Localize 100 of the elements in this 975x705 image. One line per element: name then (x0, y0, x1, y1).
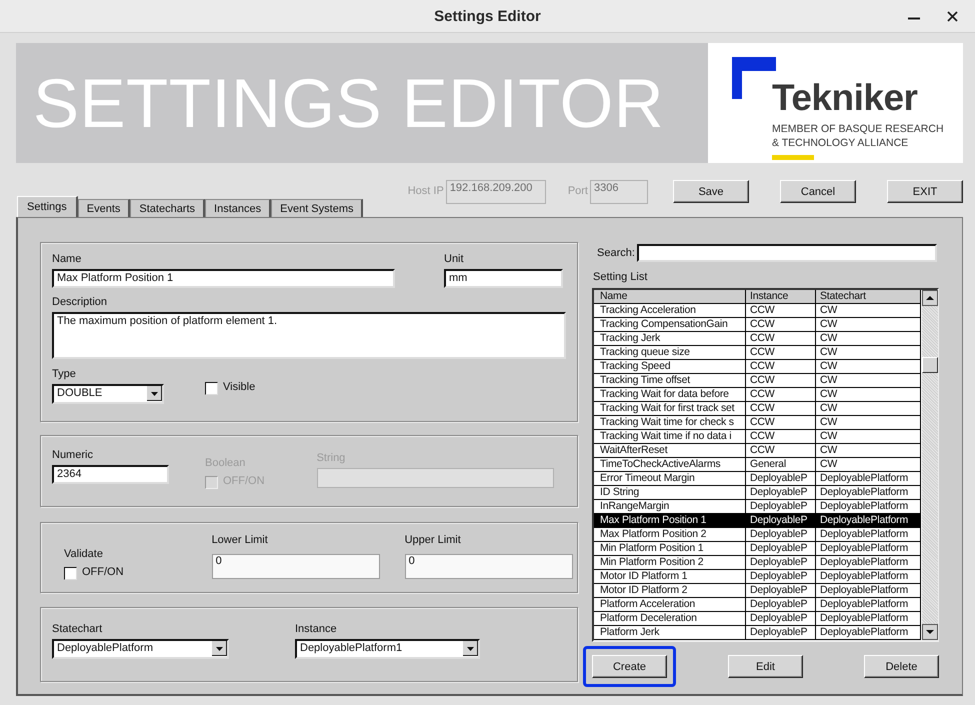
checkbox[interactable] (205, 382, 218, 395)
scroll-up-icon[interactable] (922, 290, 938, 306)
column-header[interactable]: Statechart (816, 290, 921, 303)
table-row[interactable]: Motor ID Platform 2 DeployableP DeployablePlatform (594, 584, 921, 598)
table-row[interactable]: Tracking Wait for data before CCW CW (594, 388, 921, 402)
table-cell: CW (816, 388, 921, 401)
table-cell: Tracking Wait for first track set (594, 402, 746, 415)
statechart-dropdown[interactable]: DeployablePlatform (52, 639, 229, 659)
table-cell: CW (816, 346, 921, 359)
table-row[interactable]: Tracking CompensationGain CCW CW (594, 318, 921, 332)
table-cell: DeployableP (746, 472, 816, 485)
scroll-down-icon[interactable] (922, 624, 938, 640)
table-cell: DeployableP (746, 598, 816, 611)
table-row[interactable]: Min Platform Position 2 DeployableP DeployablePlatform (594, 556, 921, 570)
table-row[interactable]: Tracking Speed CCW CW (594, 360, 921, 374)
table-row[interactable]: Motor ID Platform 1 DeployableP DeployablePlatform (594, 570, 921, 584)
table-row[interactable]: Max Platform Position 1 DeployableP DeployablePlatform (594, 514, 921, 528)
field-label: Unit (444, 253, 465, 266)
table-row[interactable]: Platform Acceleration DeployableP DeployablePlatform (594, 598, 921, 612)
table-cell: DeployablePlatform (816, 626, 921, 639)
table-cell: Tracking Speed (594, 360, 746, 373)
table-row[interactable]: Platform Jerk DeployableP DeployablePlatform (594, 626, 921, 640)
list-action-button[interactable]: Create (592, 655, 667, 678)
toolbar-button[interactable]: Cancel (780, 180, 856, 203)
table-row[interactable]: Error Timeout Margin DeployableP DeployablePlatform (594, 472, 921, 486)
table-cell: CW (816, 430, 921, 443)
table-row[interactable]: Tracking Wait for first track set CCW CW (594, 402, 921, 416)
field-label: Validate (64, 548, 104, 561)
table-cell: Platform Acceleration (594, 598, 746, 611)
tab[interactable]: Settings (17, 196, 78, 217)
visible-label: Visible (223, 380, 256, 394)
field-label: Instance (295, 623, 338, 636)
table-row[interactable]: Platform Deceleration DeployableP DeployablePlatform (594, 612, 921, 626)
list-action-button[interactable]: Edit (728, 655, 803, 678)
tab[interactable]: Events (78, 199, 130, 217)
tab[interactable]: Statecharts (130, 199, 206, 217)
toolbar-button[interactable]: EXIT (887, 180, 963, 203)
table-cell: CW (816, 458, 921, 471)
field-label: Name (52, 253, 82, 266)
table-row[interactable]: ID String DeployableP DeployablePlatform (594, 486, 921, 500)
close-icon[interactable] (947, 11, 958, 22)
logo-name: Tekniker (772, 79, 918, 116)
table-cell: CCW (746, 318, 816, 331)
description-field[interactable]: The maximum position of platform element 1. (52, 312, 566, 359)
minimize-icon[interactable] (908, 17, 920, 20)
table-cell: Min Platform Position 1 (594, 542, 746, 555)
table-cell: Tracking Acceleration (594, 304, 746, 317)
name-field[interactable]: Max Platform Position 1 (52, 269, 395, 288)
table-row[interactable]: Min Platform Position 1 DeployableP DeployablePlatform (594, 542, 921, 556)
column-header[interactable]: Instance (746, 290, 816, 303)
list-title: Setting List (593, 271, 648, 284)
upper-limit-field[interactable]: 0 (404, 554, 573, 579)
scrollbar[interactable] (922, 290, 938, 640)
table-cell: CCW (746, 388, 816, 401)
port-label: Port (568, 185, 588, 198)
field-label: Type (52, 368, 77, 381)
instance-dropdown[interactable]: DeployablePlatform1 (295, 639, 480, 659)
tab[interactable]: Event Systems (271, 199, 364, 217)
table-cell: Tracking CompensationGain (594, 318, 746, 331)
table-cell: Max Platform Position 2 (594, 528, 746, 541)
table-row[interactable]: TimeToCheckActiveAlarms General CW (594, 458, 921, 472)
scroll-thumb[interactable] (922, 357, 938, 373)
table-row[interactable]: Tracking Jerk CCW CW (594, 332, 921, 346)
lower-limit-field[interactable]: 0 (212, 554, 380, 579)
table-cell: CW (816, 402, 921, 415)
toolbar-button[interactable]: Save (673, 180, 749, 203)
checkbox[interactable] (64, 567, 77, 580)
table-row[interactable]: Tracking queue size CCW CW (594, 346, 921, 360)
table-row[interactable]: Max Platform Position 2 DeployableP DeployablePlatform (594, 528, 921, 542)
logo-tagline: MEMBER OF BASQUE RESEARCH (772, 122, 944, 136)
banner-title: SETTINGS EDITOR (16, 43, 708, 163)
table-cell: DeployableP (746, 542, 816, 555)
table-cell: CCW (746, 346, 816, 359)
table-row[interactable]: WaitAfterReset CCW CW (594, 444, 921, 458)
table-cell: Platform Jerk (594, 626, 746, 639)
table-cell: Tracking Wait time if no data i (594, 430, 746, 443)
field-label: Upper Limit (404, 534, 462, 547)
table-row[interactable]: Tracking Wait time if no data i CCW CW (594, 430, 921, 444)
field-label: Statechart (52, 623, 104, 636)
type-dropdown[interactable]: DOUBLE (52, 384, 164, 404)
table-row[interactable]: Tracking Wait time for check s CCW CW (594, 416, 921, 430)
table-cell: DeployableP (746, 528, 816, 541)
tab[interactable]: Instances (205, 199, 272, 217)
table-row[interactable]: Tracking Time offset CCW CW (594, 374, 921, 388)
list-action-button[interactable]: Delete (864, 655, 939, 678)
host-ip-label: Host IP (408, 185, 444, 198)
unit-field[interactable]: mm (444, 269, 563, 288)
table-cell: General (746, 458, 816, 471)
table-cell: CW (816, 318, 921, 331)
table-cell: CW (816, 304, 921, 317)
table-cell: DeployableP (746, 612, 816, 625)
table-cell: DeployablePlatform (816, 500, 921, 513)
table-cell: Max Platform Position 1 (594, 514, 746, 527)
table-cell: Tracking Jerk (594, 332, 746, 345)
table-cell: DeployablePlatform (816, 612, 921, 625)
column-header[interactable]: Name (594, 290, 746, 303)
table-cell: DeployablePlatform (816, 486, 921, 499)
table-row[interactable]: Tracking Acceleration CCW CW (594, 304, 921, 318)
search-field[interactable] (636, 244, 937, 262)
numeric-field[interactable]: 2364 (52, 465, 169, 484)
